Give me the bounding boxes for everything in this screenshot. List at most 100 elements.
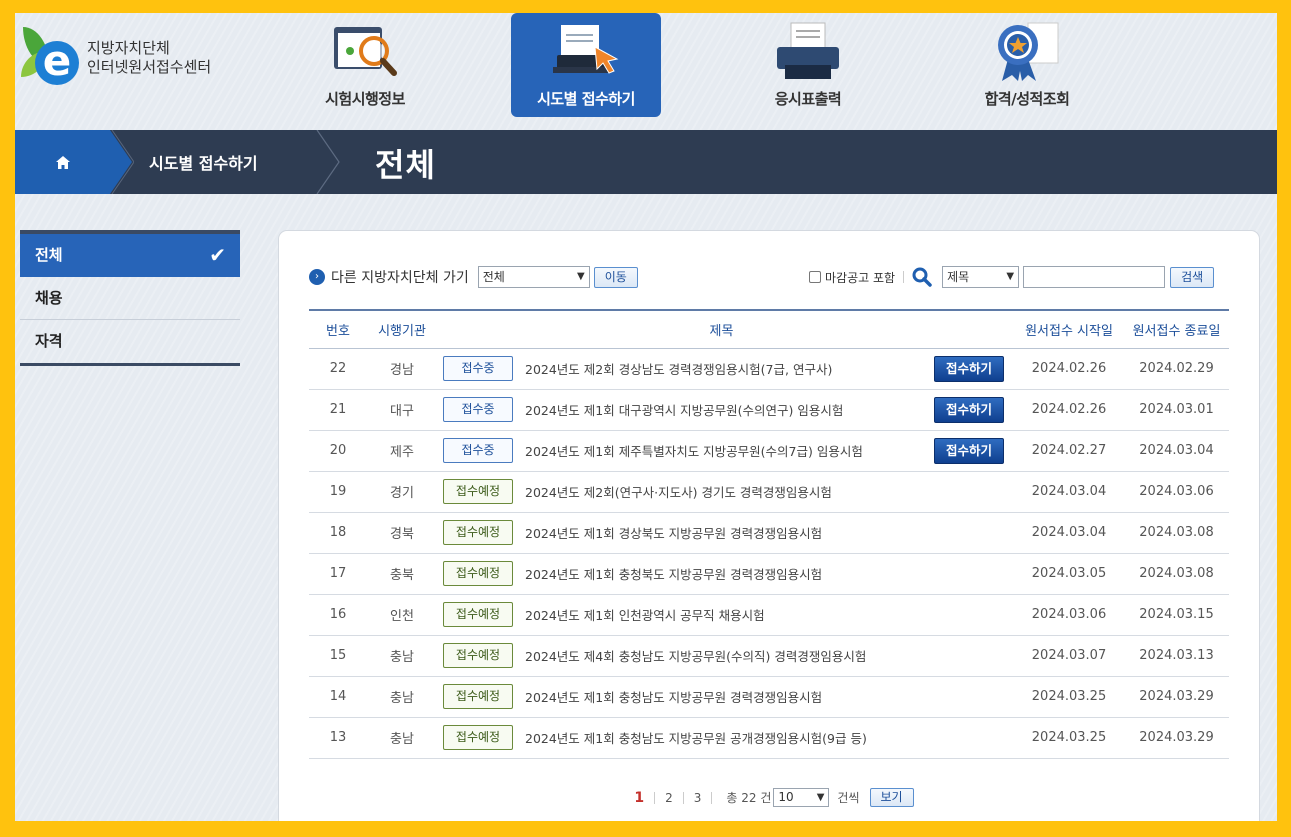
row-number: 22 bbox=[309, 348, 367, 390]
status-badge: 접수예정 bbox=[443, 520, 513, 545]
per-page-select[interactable]: 10 ▼ bbox=[773, 788, 830, 807]
search-bar: 마감공고 포함 제목 ▼ 검색 bbox=[809, 266, 1215, 288]
row-title-link[interactable]: 2024년도 제4회 충청남도 지방공무원(수의직) 경력경쟁임용시험 bbox=[519, 635, 924, 677]
nav-label: 응시표출력 bbox=[774, 90, 842, 108]
page-link[interactable]: 2 bbox=[655, 791, 684, 804]
table-row: 15 충남 접수예정 2024년도 제4회 충청남도 지방공무원(수의직) 경력경쟁임… bbox=[309, 635, 1229, 677]
col-header: 원서접수 시작일 bbox=[1025, 323, 1113, 339]
status-badge: 접수중 bbox=[443, 397, 513, 422]
laptop-click-icon bbox=[553, 25, 619, 74]
view-button[interactable]: 보기 bbox=[869, 788, 914, 807]
table-row: 20 제주 접수중 2024년도 제1회 제주특별자치도 지방공무원(수의7급) 임용… bbox=[309, 430, 1229, 472]
row-number: 18 bbox=[309, 512, 367, 554]
row-end-date: 2024.03.13 bbox=[1124, 635, 1229, 677]
logo-line1: 지방자치단체 bbox=[87, 39, 170, 57]
breadcrumb: 시도별 접수하기 전체 bbox=[15, 130, 1277, 194]
arrow-circle-icon: › bbox=[309, 269, 325, 285]
breadcrumb-separator bbox=[316, 130, 340, 194]
row-org: 경남 bbox=[367, 348, 437, 390]
nav-print-ticket[interactable]: 응시표출력 bbox=[733, 13, 883, 117]
page-link[interactable]: 1 bbox=[624, 791, 656, 805]
breadcrumb-separator bbox=[110, 130, 134, 194]
table-row: 19 경기 접수예정 2024년도 제2회(연구사·지도사) 경기도 경력경쟁임용시험… bbox=[309, 471, 1229, 513]
apply-button[interactable]: 접수하기 bbox=[934, 355, 1004, 382]
col-header bbox=[924, 310, 1014, 348]
nav-results[interactable]: 합격/성적조회 bbox=[952, 13, 1102, 117]
include-closed-label: 마감공고 포함 bbox=[825, 270, 896, 285]
printer-icon bbox=[777, 22, 839, 79]
col-header: 시행기관 bbox=[378, 323, 426, 339]
region-jump-bar: › 다른 지방자치단체 가기 전체 ▼ 이동 bbox=[309, 266, 638, 288]
row-org: 충남 bbox=[367, 635, 437, 677]
folder-search-icon bbox=[334, 27, 397, 76]
home-button[interactable] bbox=[15, 130, 110, 194]
search-button[interactable]: 검색 bbox=[1170, 266, 1215, 288]
region-jump-label: 다른 지방자치단체 가기 bbox=[331, 270, 469, 286]
row-start-date: 2024.02.27 bbox=[1014, 430, 1124, 472]
row-end-date: 2024.03.06 bbox=[1124, 471, 1229, 513]
row-start-date: 2024.03.04 bbox=[1014, 512, 1124, 554]
sidebar-item-all[interactable]: 전체 ✔ bbox=[20, 234, 240, 277]
sidebar-item-license[interactable]: 자격 bbox=[20, 320, 240, 363]
table-row: 16 인천 접수예정 2024년도 제1회 인천광역시 공무직 채용시험 2024.03… bbox=[309, 594, 1229, 636]
page-link[interactable]: 3 bbox=[684, 791, 713, 804]
row-start-date: 2024.03.25 bbox=[1014, 676, 1124, 718]
sidebar-item-label: 전체 bbox=[35, 246, 63, 264]
row-title-link[interactable]: 2024년도 제1회 충청남도 지방공무원 경력경쟁임용시험 bbox=[519, 676, 924, 718]
status-badge: 접수예정 bbox=[443, 684, 513, 709]
search-icon[interactable] bbox=[912, 267, 932, 287]
nav-apply-by-region[interactable]: 시도별 접수하기 bbox=[511, 13, 661, 117]
apply-button[interactable]: 접수하기 bbox=[934, 396, 1004, 423]
row-title-link[interactable]: 2024년도 제1회 제주특별자치도 지방공무원(수의7급) 임용시험 bbox=[519, 430, 924, 472]
nav-label: 시험시행정보 bbox=[325, 90, 405, 108]
table-row: 22 경남 접수중 2024년도 제2회 경상남도 경력경쟁임용시험(7급, 연구사)… bbox=[309, 348, 1229, 390]
apply-button[interactable]: 접수하기 bbox=[934, 437, 1004, 464]
exam-table: 번호 시행기관 제목 원서접수 시작일 원서접수 종료일 22 경남 접수중 2024… bbox=[309, 309, 1229, 759]
status-badge: 접수중 bbox=[443, 356, 513, 381]
col-header: 제목 bbox=[709, 323, 734, 339]
row-title-link[interactable]: 2024년도 제1회 충청북도 지방공무원 경력경쟁임용시험 bbox=[519, 553, 924, 595]
region-select[interactable]: 전체 ▼ bbox=[477, 266, 590, 288]
site-logo[interactable]: e 지방자치단체 인터넷원서접수센터 bbox=[21, 27, 211, 89]
row-start-date: 2024.02.26 bbox=[1014, 348, 1124, 390]
row-end-date: 2024.02.29 bbox=[1124, 348, 1229, 390]
row-org: 충북 bbox=[367, 553, 437, 595]
sidebar-item-label: 자격 bbox=[35, 332, 63, 350]
row-number: 13 bbox=[309, 717, 367, 759]
home-icon bbox=[55, 155, 70, 169]
status-badge: 접수예정 bbox=[443, 479, 513, 504]
include-closed-checkbox[interactable] bbox=[809, 271, 821, 283]
row-start-date: 2024.03.07 bbox=[1014, 635, 1124, 677]
row-number: 16 bbox=[309, 594, 367, 636]
table-row: 14 충남 접수예정 2024년도 제1회 충청남도 지방공무원 경력경쟁임용시험 20… bbox=[309, 676, 1229, 718]
table-row: 18 경북 접수예정 2024년도 제1회 경상북도 지방공무원 경력경쟁임용시험 20… bbox=[309, 512, 1229, 554]
row-title-link[interactable]: 2024년도 제1회 경상북도 지방공무원 경력경쟁임용시험 bbox=[519, 512, 924, 554]
table-row: 21 대구 접수중 2024년도 제1회 대구광역시 지방공무원(수의연구) 임용시험… bbox=[309, 389, 1229, 431]
sidebar-item-label: 채용 bbox=[35, 289, 63, 307]
row-title-link[interactable]: 2024년도 제2회 경상남도 경력경쟁임용시험(7급, 연구사) bbox=[519, 348, 924, 390]
table-row: 13 충남 접수예정 2024년도 제1회 충청남도 지방공무원 공개경쟁임용시험(9… bbox=[309, 717, 1229, 759]
nav-exam-info[interactable]: 시험시행정보 bbox=[290, 13, 440, 117]
row-end-date: 2024.03.29 bbox=[1124, 717, 1229, 759]
total-count: 총 22 건 bbox=[726, 791, 772, 805]
per-page-suffix: 건씩 bbox=[837, 791, 860, 805]
row-title-link[interactable]: 2024년도 제2회(연구사·지도사) 경기도 경력경쟁임용시험 bbox=[519, 471, 924, 513]
row-start-date: 2024.03.25 bbox=[1014, 717, 1124, 759]
sidebar-item-recruit[interactable]: 채용 bbox=[20, 277, 240, 320]
row-start-date: 2024.02.26 bbox=[1014, 389, 1124, 431]
row-end-date: 2024.03.29 bbox=[1124, 676, 1229, 718]
sidebar: 전체 ✔ 채용 자격 bbox=[20, 230, 240, 366]
search-input[interactable] bbox=[1023, 266, 1166, 288]
row-title-link[interactable]: 2024년도 제1회 인천광역시 공무직 채용시험 bbox=[519, 594, 924, 636]
row-end-date: 2024.03.08 bbox=[1124, 512, 1229, 554]
row-org: 충남 bbox=[367, 676, 437, 718]
row-start-date: 2024.03.06 bbox=[1014, 594, 1124, 636]
move-button[interactable]: 이동 bbox=[593, 266, 638, 288]
row-title-link[interactable]: 2024년도 제1회 충청남도 지방공무원 공개경쟁임용시험(9급 등) bbox=[519, 717, 924, 759]
row-end-date: 2024.03.01 bbox=[1124, 389, 1229, 431]
search-field-select[interactable]: 제목 ▼ bbox=[942, 266, 1020, 288]
breadcrumb-section[interactable]: 시도별 접수하기 bbox=[149, 150, 258, 174]
row-title-link[interactable]: 2024년도 제1회 대구광역시 지방공무원(수의연구) 임용시험 bbox=[519, 389, 924, 431]
row-org: 충남 bbox=[367, 717, 437, 759]
chevron-down-icon: ▼ bbox=[1006, 271, 1015, 282]
